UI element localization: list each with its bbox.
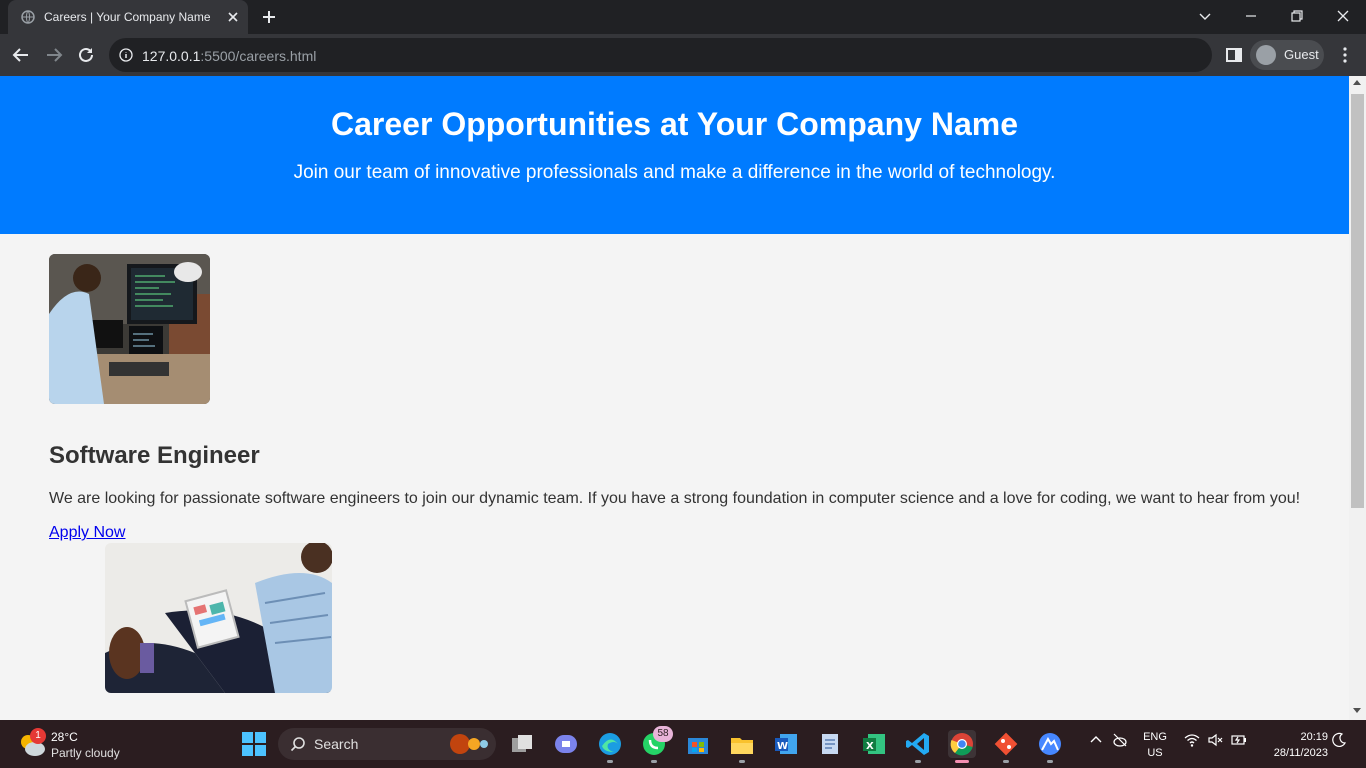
language-code: ENG	[1143, 731, 1167, 743]
notepad-icon[interactable]	[816, 730, 844, 758]
side-panel-icon[interactable]	[1225, 46, 1243, 64]
file-explorer-icon[interactable]	[728, 730, 756, 758]
tab-title: Careers | Your Company Name	[44, 10, 211, 24]
wifi-icon[interactable]	[1184, 732, 1200, 748]
forward-arrow-icon[interactable]	[45, 46, 63, 64]
nordvpn-icon[interactable]	[1036, 730, 1064, 758]
weather-widget[interactable]: 1 28°C Partly cloudy	[18, 728, 128, 762]
guest-avatar-icon	[1256, 45, 1276, 65]
chrome-running-indicator	[955, 760, 969, 763]
whatsapp-running-indicator	[651, 760, 657, 763]
url-path: :5500/careers.html	[200, 48, 317, 64]
browser-tab-careers[interactable]: Careers | Your Company Name	[8, 0, 248, 34]
language-indicator[interactable]: ENG US	[1140, 729, 1170, 761]
vscode-running-indicator	[915, 760, 921, 763]
word-icon[interactable]: W	[772, 730, 800, 758]
edge-browser-icon[interactable]	[596, 730, 624, 758]
chrome-icon[interactable]	[948, 730, 976, 758]
speaker-muted-icon[interactable]	[1207, 732, 1223, 748]
teams-chat-icon[interactable]	[552, 730, 580, 758]
browser-toolbar: 127.0.0.1:5500/careers.html Guest	[0, 34, 1366, 76]
restore-icon[interactable]	[1289, 8, 1305, 24]
url-host: 127.0.0.1	[142, 48, 201, 64]
vpn-running-indicator	[1047, 760, 1053, 763]
page-viewport: Career Opportunities at Your Company Nam…	[0, 76, 1349, 720]
job-title: Software Engineer	[49, 442, 260, 469]
weather-temp: 28°C	[51, 730, 78, 744]
search-icon	[290, 737, 305, 752]
weather-badge: 1	[30, 728, 46, 744]
apply-now-link[interactable]: Apply Now	[49, 524, 125, 542]
url-text: 127.0.0.1:5500/careers.html	[142, 48, 316, 64]
windows-start-icon[interactable]	[240, 730, 268, 758]
job-image-developer	[49, 254, 210, 404]
weather-condition: Partly cloudy	[51, 746, 120, 760]
address-bar[interactable]: 127.0.0.1:5500/careers.html	[109, 38, 1212, 72]
focus-moon-icon[interactable]	[1331, 732, 1347, 748]
explorer-running-indicator	[739, 760, 745, 763]
windows-taskbar: 1 28°C Partly cloudy Search 58 W X ENG U…	[0, 720, 1366, 768]
vscode-icon[interactable]	[904, 730, 932, 758]
back-arrow-icon[interactable]	[12, 46, 30, 64]
git-icon[interactable]	[992, 730, 1020, 758]
profile-label: Guest	[1284, 47, 1319, 62]
browser-tab-bar: Careers | Your Company Name	[0, 0, 1366, 34]
language-region: US	[1147, 747, 1163, 759]
job-description: We are looking for passionate software e…	[49, 490, 1301, 507]
clock-date: 28/11/2023	[1273, 747, 1328, 759]
battery-charging-icon[interactable]	[1231, 732, 1247, 748]
site-info-icon[interactable]	[119, 48, 133, 62]
minimize-icon[interactable]	[1243, 8, 1259, 24]
scrollbar-thumb[interactable]	[1351, 94, 1364, 508]
taskbar-search[interactable]: Search	[278, 728, 496, 760]
scroll-up-arrow-icon[interactable]	[1353, 80, 1361, 85]
excel-icon[interactable]: X	[860, 730, 888, 758]
search-label: Search	[314, 736, 359, 752]
cloud-offline-icon[interactable]	[1112, 732, 1128, 748]
task-view-icon[interactable]	[508, 730, 536, 758]
microsoft-store-icon[interactable]	[684, 730, 712, 758]
kebab-menu-icon[interactable]	[1336, 46, 1354, 64]
edge-running-indicator	[607, 760, 613, 763]
hero-subtitle: Join our team of innovative professional…	[293, 162, 1056, 183]
profile-button[interactable]: Guest	[1250, 40, 1324, 70]
system-clock[interactable]: 20:19 28/11/2023	[1258, 729, 1328, 761]
new-tab-plus-icon[interactable]	[261, 9, 277, 25]
svg-text:W: W	[777, 741, 788, 752]
whatsapp-badge: 58	[653, 726, 673, 742]
clock-time: 20:19	[1300, 731, 1328, 743]
page-scrollbar[interactable]	[1349, 76, 1366, 720]
page-title: Career Opportunities at Your Company Nam…	[331, 106, 1018, 142]
show-hidden-icons-chevron-icon[interactable]	[1088, 732, 1104, 748]
globe-icon	[21, 10, 35, 24]
git-running-indicator	[1003, 760, 1009, 763]
scroll-down-arrow-icon[interactable]	[1353, 708, 1361, 713]
close-window-icon[interactable]	[1335, 8, 1351, 24]
hero-header: Career Opportunities at Your Company Nam…	[0, 76, 1349, 234]
close-icon[interactable]	[226, 10, 240, 24]
svg-text:X: X	[866, 741, 874, 752]
job-image-tablet	[105, 543, 332, 693]
tab-search-chevron-icon[interactable]	[1197, 8, 1213, 24]
search-highlight-planets-icon	[450, 734, 488, 754]
reload-icon[interactable]	[77, 46, 95, 64]
